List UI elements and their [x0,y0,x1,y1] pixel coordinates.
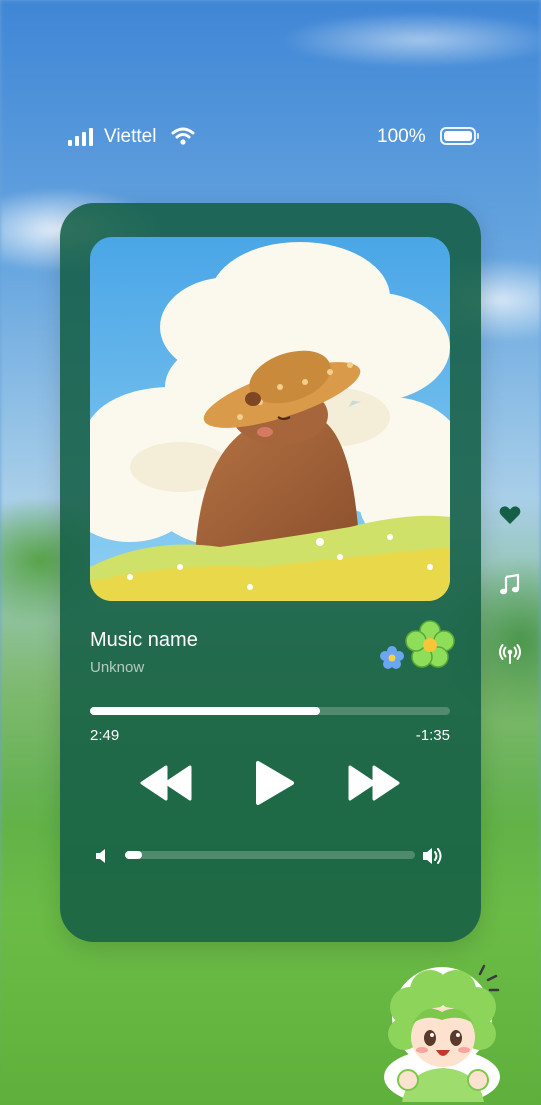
battery-icon [440,127,479,145]
flower-sticker-icon [380,620,455,669]
playback-progress-slider[interactable] [90,707,450,715]
rewind-icon [140,765,192,801]
playback-progress-fill [90,707,321,715]
signal-strength-icon [68,126,98,146]
volume-slider-fill [125,851,143,859]
music-player-card: Music name Unknow 2:49 -1:35 [60,203,481,942]
play-icon [256,761,294,805]
broadcast-icon[interactable] [498,642,522,666]
song-title: Music name [90,629,198,651]
play-button[interactable] [250,759,298,807]
heart-icon[interactable] [498,503,522,527]
time-elapsed: 2:49 [90,727,120,744]
music-note-icon[interactable] [498,573,522,597]
volume-slider[interactable] [125,851,415,859]
volume-high-icon[interactable] [422,846,446,866]
album-artwork [90,237,450,601]
battery-percent: 100% [377,126,426,147]
status-bar: Viettel 100% [0,122,541,152]
time-remaining: -1:35 [415,727,450,744]
fast-forward-icon [348,765,400,801]
carrier-name: Viettel [104,126,157,147]
volume-low-icon[interactable] [94,848,110,864]
rewind-button[interactable] [140,759,192,807]
fast-forward-button[interactable] [348,759,400,807]
song-artist: Unknow [90,659,145,676]
mascot-sticker-icon [384,964,500,1102]
wifi-icon [171,127,195,145]
